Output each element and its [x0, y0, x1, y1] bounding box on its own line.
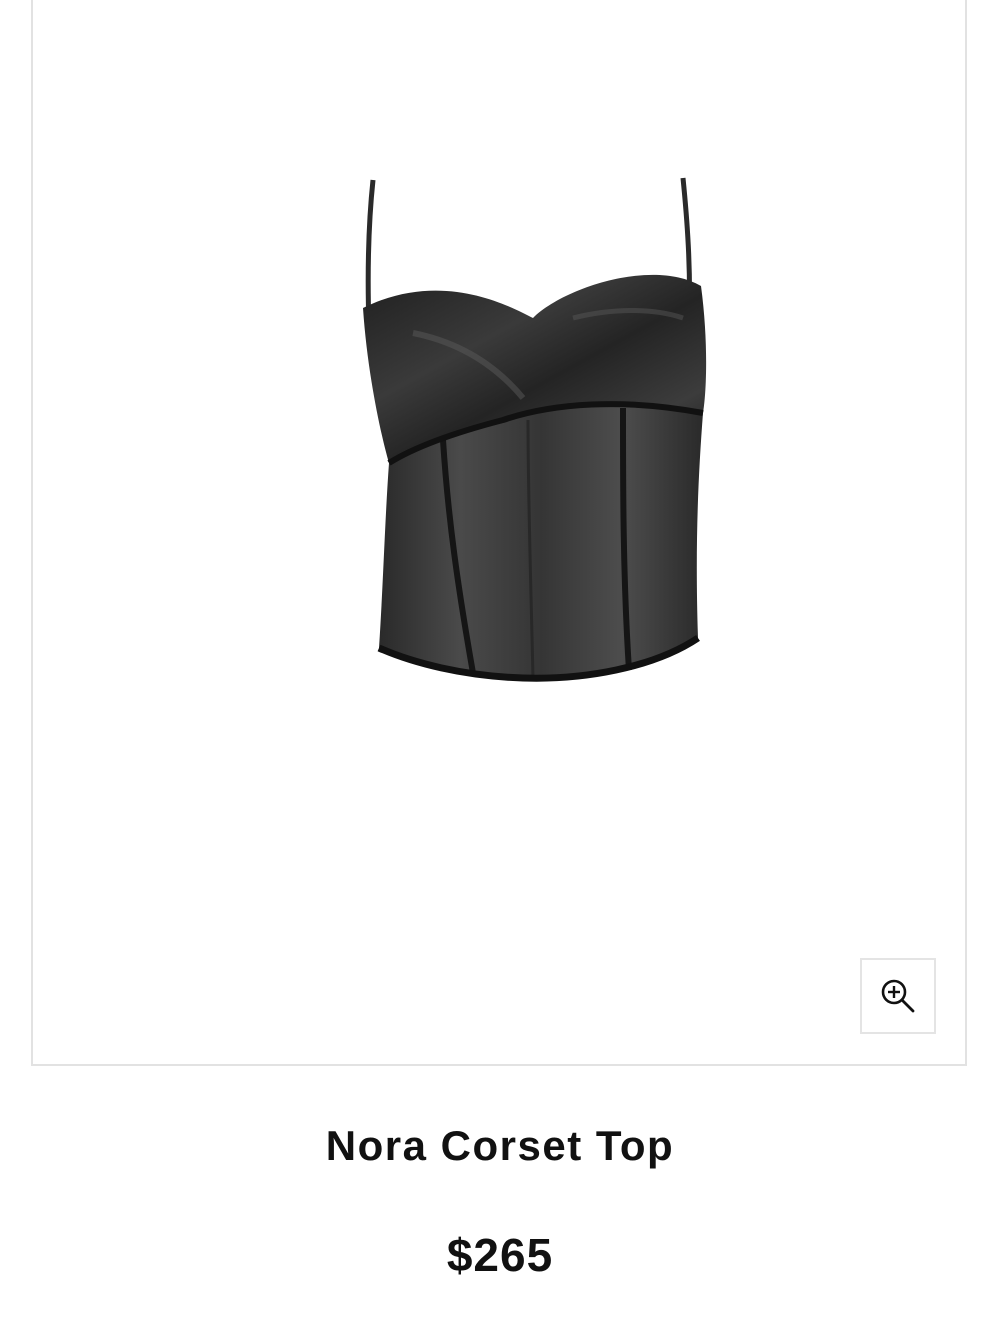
zoom-in-icon: [881, 979, 915, 1013]
product-title: Nora Corset Top: [325, 1122, 675, 1169]
product-price: $265: [446, 1229, 554, 1281]
zoom-button[interactable]: [860, 958, 936, 1034]
corset-top-image: [363, 177, 707, 682]
product-image-frame: [31, 0, 967, 1066]
product-image[interactable]: [323, 158, 743, 718]
